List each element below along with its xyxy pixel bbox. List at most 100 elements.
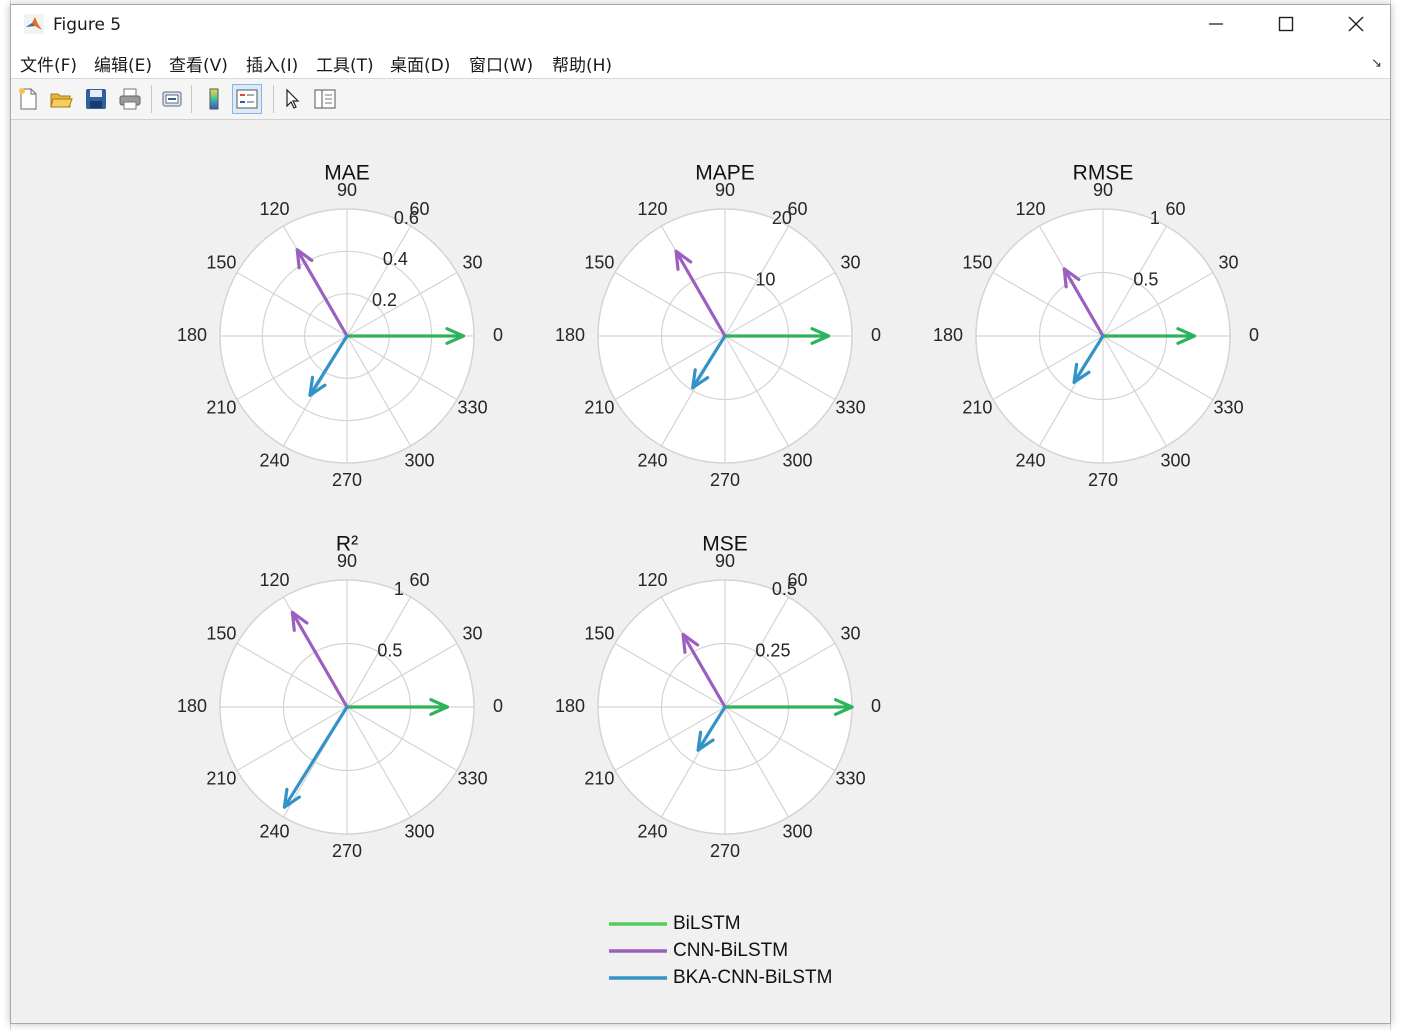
compass-plots[interactable]: 0.20.40.60306090120150180210240270300330…: [11, 120, 1390, 1023]
minimize-button[interactable]: [1193, 5, 1239, 43]
angular-tick-label: 180: [933, 325, 963, 345]
legend: BiLSTM CNN-BiLSTM BKA-CNN-BiLSTM: [609, 913, 832, 988]
legend-label: BiLSTM: [673, 913, 741, 934]
legend-label: BKA-CNN-BiLSTM: [673, 967, 832, 988]
angular-tick-label: 0: [871, 325, 881, 345]
angular-tick-label: 300: [782, 450, 812, 470]
angular-tick-label: 120: [637, 570, 667, 590]
background-editor-right: [1390, 0, 1401, 1030]
window-title: Figure 5: [53, 15, 122, 35]
angular-tick-label: 240: [637, 450, 667, 470]
figure-toolbar: [11, 79, 1390, 120]
angular-tick-label: 150: [206, 252, 236, 272]
angular-tick-label: 180: [177, 325, 207, 345]
compass-axes-0: 0.20.40.60306090120150180210240270300330…: [177, 162, 503, 490]
pointer-icon: [286, 88, 300, 109]
save-button[interactable]: [81, 84, 111, 114]
angular-tick-label: 120: [1015, 199, 1045, 219]
print-button[interactable]: [115, 84, 145, 114]
angular-tick-label: 60: [1165, 199, 1185, 219]
angular-tick-label: 150: [584, 623, 614, 643]
save-icon: [86, 89, 106, 109]
pointer-button[interactable]: [277, 84, 307, 114]
angular-tick-label: 270: [332, 470, 362, 490]
radial-tick-label: 1: [1150, 208, 1160, 228]
menu-tools[interactable]: 工具(T): [316, 51, 374, 76]
maximize-icon: [1278, 16, 1294, 32]
menu-insert[interactable]: 插入(I): [246, 51, 298, 76]
radial-tick-label: 0.5: [377, 640, 402, 660]
open-file-button[interactable]: [46, 84, 76, 114]
legend-icon: [236, 89, 258, 109]
colorbar-button[interactable]: [199, 84, 229, 114]
radial-tick-label: 1: [394, 579, 404, 599]
angular-tick-label: 180: [555, 325, 585, 345]
radial-tick-label: 0.5: [1133, 269, 1158, 289]
angular-tick-label: 240: [259, 450, 289, 470]
matlab-icon: [24, 14, 44, 34]
toolbar-separator: [151, 85, 152, 113]
angular-tick-label: 270: [710, 470, 740, 490]
angular-tick-label: 330: [458, 397, 488, 417]
angular-tick-label: 120: [259, 199, 289, 219]
angular-tick-label: 330: [836, 768, 866, 788]
open-file-icon: [50, 93, 73, 108]
angular-tick-label: 330: [836, 397, 866, 417]
legend-button[interactable]: [232, 84, 262, 114]
angular-tick-label: 300: [404, 821, 434, 841]
angular-tick-label: 210: [584, 397, 614, 417]
angular-tick-label: 30: [1219, 252, 1239, 272]
dock-arrow-icon[interactable]: ↘: [1371, 55, 1382, 71]
angular-tick-label: 120: [259, 570, 289, 590]
subplot-title: RMSE: [1073, 162, 1134, 185]
subplot-title: R²: [336, 533, 358, 556]
link-button[interactable]: [157, 84, 187, 114]
figure-canvas[interactable]: 0.2 0.4 0.6 0 30 60 90 120 150 180 210 240 270 300 330…: [11, 120, 1390, 1023]
close-icon: [1348, 16, 1364, 32]
menu-view[interactable]: 查看(V): [169, 51, 228, 76]
toolbar-separator: [191, 85, 192, 113]
angular-tick-label: 60: [409, 570, 429, 590]
angular-tick-label: 240: [259, 821, 289, 841]
menu-desktop[interactable]: 桌面(D): [390, 51, 450, 76]
angular-tick-label: 0: [1249, 325, 1259, 345]
radial-tick-label: 10: [755, 269, 775, 289]
angular-tick-label: 60: [787, 199, 807, 219]
close-button[interactable]: [1333, 5, 1379, 43]
angular-tick-label: 0: [871, 696, 881, 716]
menu-help[interactable]: 帮助(H): [552, 51, 612, 76]
colorbar-icon: [209, 88, 219, 110]
angular-tick-label: 300: [1160, 450, 1190, 470]
property-editor-button[interactable]: [310, 84, 340, 114]
figure-window: Figure 5 文件(F) 编辑(E) 查看(V) 插入(I) 工具(T) 桌…: [10, 4, 1391, 1024]
angular-tick-label: 270: [1088, 470, 1118, 490]
legend-label: CNN-BiLSTM: [673, 940, 788, 961]
angular-tick-label: 0: [493, 325, 503, 345]
subplot-title: MAE: [324, 162, 370, 185]
angular-tick-label: 180: [177, 696, 207, 716]
menu-edit[interactable]: 编辑(E): [94, 51, 152, 76]
new-figure-button[interactable]: [13, 84, 43, 114]
angular-tick-label: 270: [710, 841, 740, 861]
radial-tick-label: 0.2: [372, 290, 397, 310]
angular-tick-label: 120: [637, 199, 667, 219]
menu-file[interactable]: 文件(F): [20, 51, 77, 76]
minimize-icon: [1209, 23, 1223, 25]
print-icon: [119, 88, 141, 110]
toolbar-separator: [273, 85, 274, 113]
angular-tick-label: 30: [841, 623, 861, 643]
angular-tick-label: 180: [555, 696, 585, 716]
angular-tick-label: 300: [782, 821, 812, 841]
angular-tick-label: 150: [584, 252, 614, 272]
link-icon: [162, 91, 182, 107]
title-bar[interactable]: Figure 5: [11, 5, 1390, 43]
angular-tick-label: 60: [787, 570, 807, 590]
angular-tick-label: 240: [1015, 450, 1045, 470]
maximize-button[interactable]: [1263, 5, 1309, 43]
angular-tick-label: 30: [841, 252, 861, 272]
menu-window[interactable]: 窗口(W): [469, 51, 533, 76]
radial-tick-label: 0.4: [383, 249, 408, 269]
angular-tick-label: 240: [637, 821, 667, 841]
new-figure-icon: [19, 88, 37, 110]
property-editor-icon: [314, 89, 336, 109]
